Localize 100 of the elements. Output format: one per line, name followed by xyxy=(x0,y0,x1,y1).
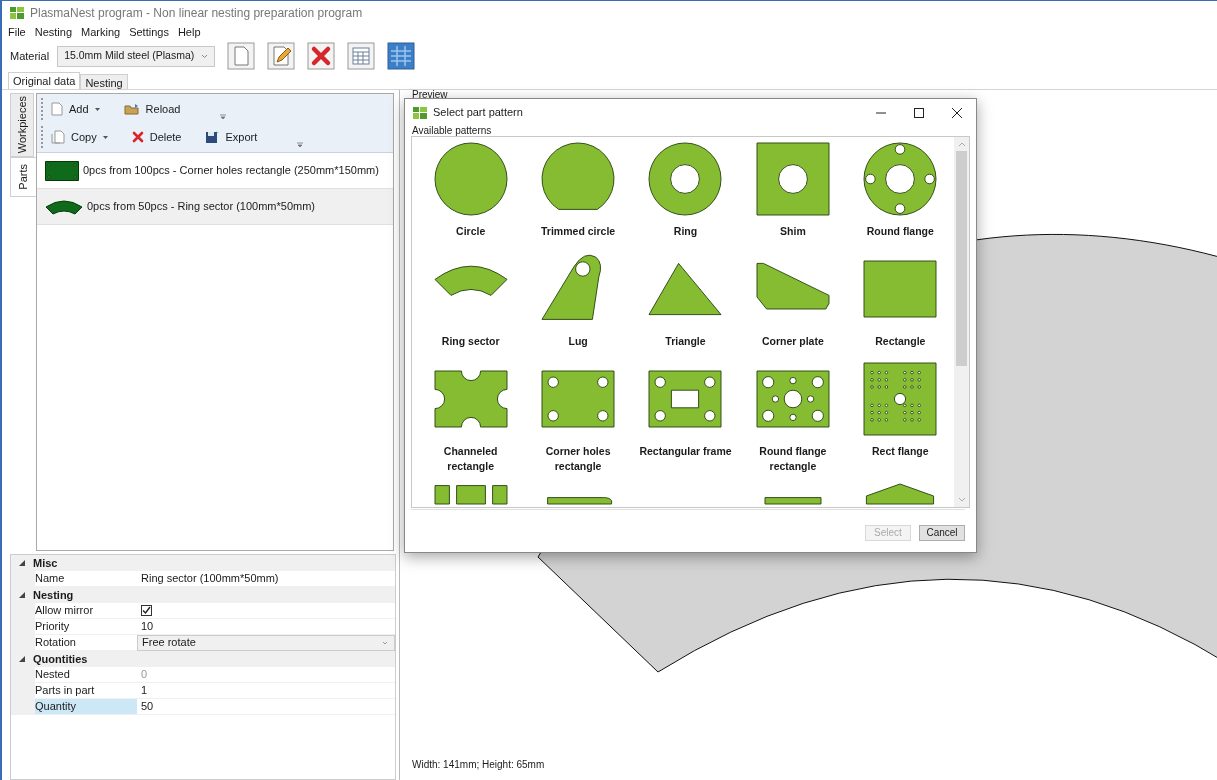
part-thumbnail-icon xyxy=(45,160,79,181)
grid-icon[interactable] xyxy=(387,42,416,70)
pattern-tile[interactable]: Ring sector xyxy=(417,249,525,359)
overflow-icon[interactable] xyxy=(297,142,304,148)
document-icon xyxy=(51,102,63,116)
part-shape-icon xyxy=(866,483,935,505)
edit-document-icon[interactable] xyxy=(267,42,296,70)
part-shape-icon xyxy=(649,142,722,216)
part-shape-icon xyxy=(434,142,508,216)
pattern-label: Circle xyxy=(455,224,487,239)
app-logo-icon xyxy=(413,106,427,119)
property-value[interactable]: 10 xyxy=(141,618,154,635)
pattern-tile[interactable]: Round flange rectangle xyxy=(739,359,847,484)
collapse-icon[interactable] xyxy=(19,560,25,566)
part-shape-icon xyxy=(863,142,937,216)
part-shape-icon xyxy=(547,497,613,505)
pattern-label: Corner holes rectangle xyxy=(544,444,612,474)
scroll-thumb[interactable] xyxy=(956,151,967,366)
caret-icon xyxy=(382,640,388,645)
material-label: Material xyxy=(10,48,50,64)
part-list-item[interactable]: 0pcs from 50pcs - Ring sector (100mm*50mm) xyxy=(37,189,393,225)
part-shape-icon xyxy=(764,497,822,505)
overflow-icon[interactable] xyxy=(220,114,227,120)
category-label: Misc xyxy=(33,555,58,571)
pattern-label: Lug xyxy=(567,334,589,349)
part-shape-icon xyxy=(541,142,615,210)
part-shape-icon xyxy=(756,262,830,310)
menu-item[interactable]: Marking xyxy=(81,24,121,41)
pattern-label: Trimmed circle xyxy=(540,224,617,239)
part-shape-icon xyxy=(434,370,508,428)
part-shape-icon xyxy=(649,370,722,428)
pattern-tile[interactable]: Corner plate xyxy=(739,249,847,359)
dialog-button[interactable]: Cancel xyxy=(919,525,965,541)
close-icon xyxy=(952,107,962,118)
pattern-tile[interactable]: Rectangle xyxy=(846,249,954,359)
pattern-label: Rectangular frame xyxy=(638,444,733,459)
pattern-tile[interactable]: Corner holes rectangle xyxy=(524,359,632,484)
scrollbar[interactable] xyxy=(954,137,969,507)
menu-item[interactable]: Nesting xyxy=(34,24,73,41)
new-document-icon[interactable] xyxy=(227,42,256,70)
pattern-tile[interactable]: Channeled rectangle xyxy=(417,359,525,484)
toolbar-button[interactable]: Copy xyxy=(51,128,108,146)
window-title: PlasmaNest program - Non linear nesting preparation program xyxy=(30,5,363,22)
tab[interactable]: Nesting xyxy=(80,74,128,89)
pattern-label: Ring sector xyxy=(440,334,501,349)
folder-icon xyxy=(123,103,140,115)
property-label[interactable]: Name xyxy=(35,571,137,586)
collapse-icon[interactable] xyxy=(19,656,25,662)
part-shape-icon xyxy=(434,265,508,296)
material-dropdown[interactable]: 15.0mm Mild steel (Plasma) xyxy=(57,45,216,67)
pattern-tile[interactable]: Rect flange xyxy=(846,359,954,484)
property-label[interactable]: Quantity xyxy=(35,699,137,714)
pattern-label: Channeled rectangle xyxy=(442,444,499,474)
part-label: 0pcs from 100pcs - Corner holes rectangle (250mm*150mm) xyxy=(83,163,379,179)
property-label[interactable]: Nested xyxy=(35,667,137,682)
toolbar-button[interactable]: Reload xyxy=(123,100,181,118)
part-shape-icon xyxy=(863,260,937,318)
pattern-tile[interactable]: Ring xyxy=(631,139,740,249)
pattern-tile[interactable]: Triangle xyxy=(631,249,740,359)
pattern-tile[interactable]: Shim xyxy=(739,139,847,249)
menu-item[interactable]: Help xyxy=(177,24,201,41)
toolbar-button[interactable]: Add xyxy=(51,100,100,118)
menu-item[interactable]: File xyxy=(8,24,26,41)
menu-item[interactable]: Settings xyxy=(129,24,169,41)
part-shape-icon xyxy=(434,485,508,505)
part-shape-icon xyxy=(863,362,937,436)
delete-icon[interactable] xyxy=(307,42,336,70)
category-label: Quontities xyxy=(33,651,88,667)
table-icon[interactable] xyxy=(347,42,376,70)
pattern-tile[interactable]: Trimmed circle xyxy=(524,139,632,249)
scroll-up-icon[interactable] xyxy=(957,141,966,147)
toolbar-button[interactable]: Export xyxy=(205,128,258,146)
group-label: Available patterns xyxy=(412,126,493,136)
tab[interactable]: Original data xyxy=(8,72,81,89)
pattern-tile[interactable]: Rectangular frame xyxy=(631,359,740,484)
property-value[interactable]: 1 xyxy=(141,682,148,699)
property-label[interactable]: Priority xyxy=(35,619,137,634)
part-shape-icon xyxy=(649,262,722,316)
pattern-label: Rectangle xyxy=(874,334,927,349)
pattern-tile[interactable]: Circle xyxy=(417,139,525,249)
toolbar-button[interactable]: Delete xyxy=(131,128,182,146)
property-value[interactable]: 50 xyxy=(141,698,154,715)
category-label: Nesting xyxy=(33,587,74,603)
collapse-icon[interactable] xyxy=(19,592,25,598)
pattern-label: Shim xyxy=(779,224,807,239)
pattern-tile[interactable]: Lug xyxy=(524,249,632,359)
property-label[interactable]: Rotation xyxy=(35,635,137,650)
scroll-down-icon[interactable] xyxy=(957,497,966,503)
pattern-label: Rect flange xyxy=(871,444,930,459)
copy-icon xyxy=(51,130,65,144)
pattern-label: Triangle xyxy=(664,334,707,349)
side-tab[interactable]: Parts xyxy=(10,157,36,197)
property-label[interactable]: Allow mirror xyxy=(35,603,137,618)
part-thumbnail-icon xyxy=(45,198,83,215)
checkbox[interactable] xyxy=(141,605,152,616)
delete-icon xyxy=(131,131,144,143)
side-tab[interactable]: Workpieces xyxy=(10,93,34,157)
size-readout: Width: 141mm; Height: 65mm xyxy=(412,758,546,772)
property-label[interactable]: Parts in part xyxy=(35,683,137,698)
pattern-tile[interactable]: Round flange xyxy=(846,139,954,249)
